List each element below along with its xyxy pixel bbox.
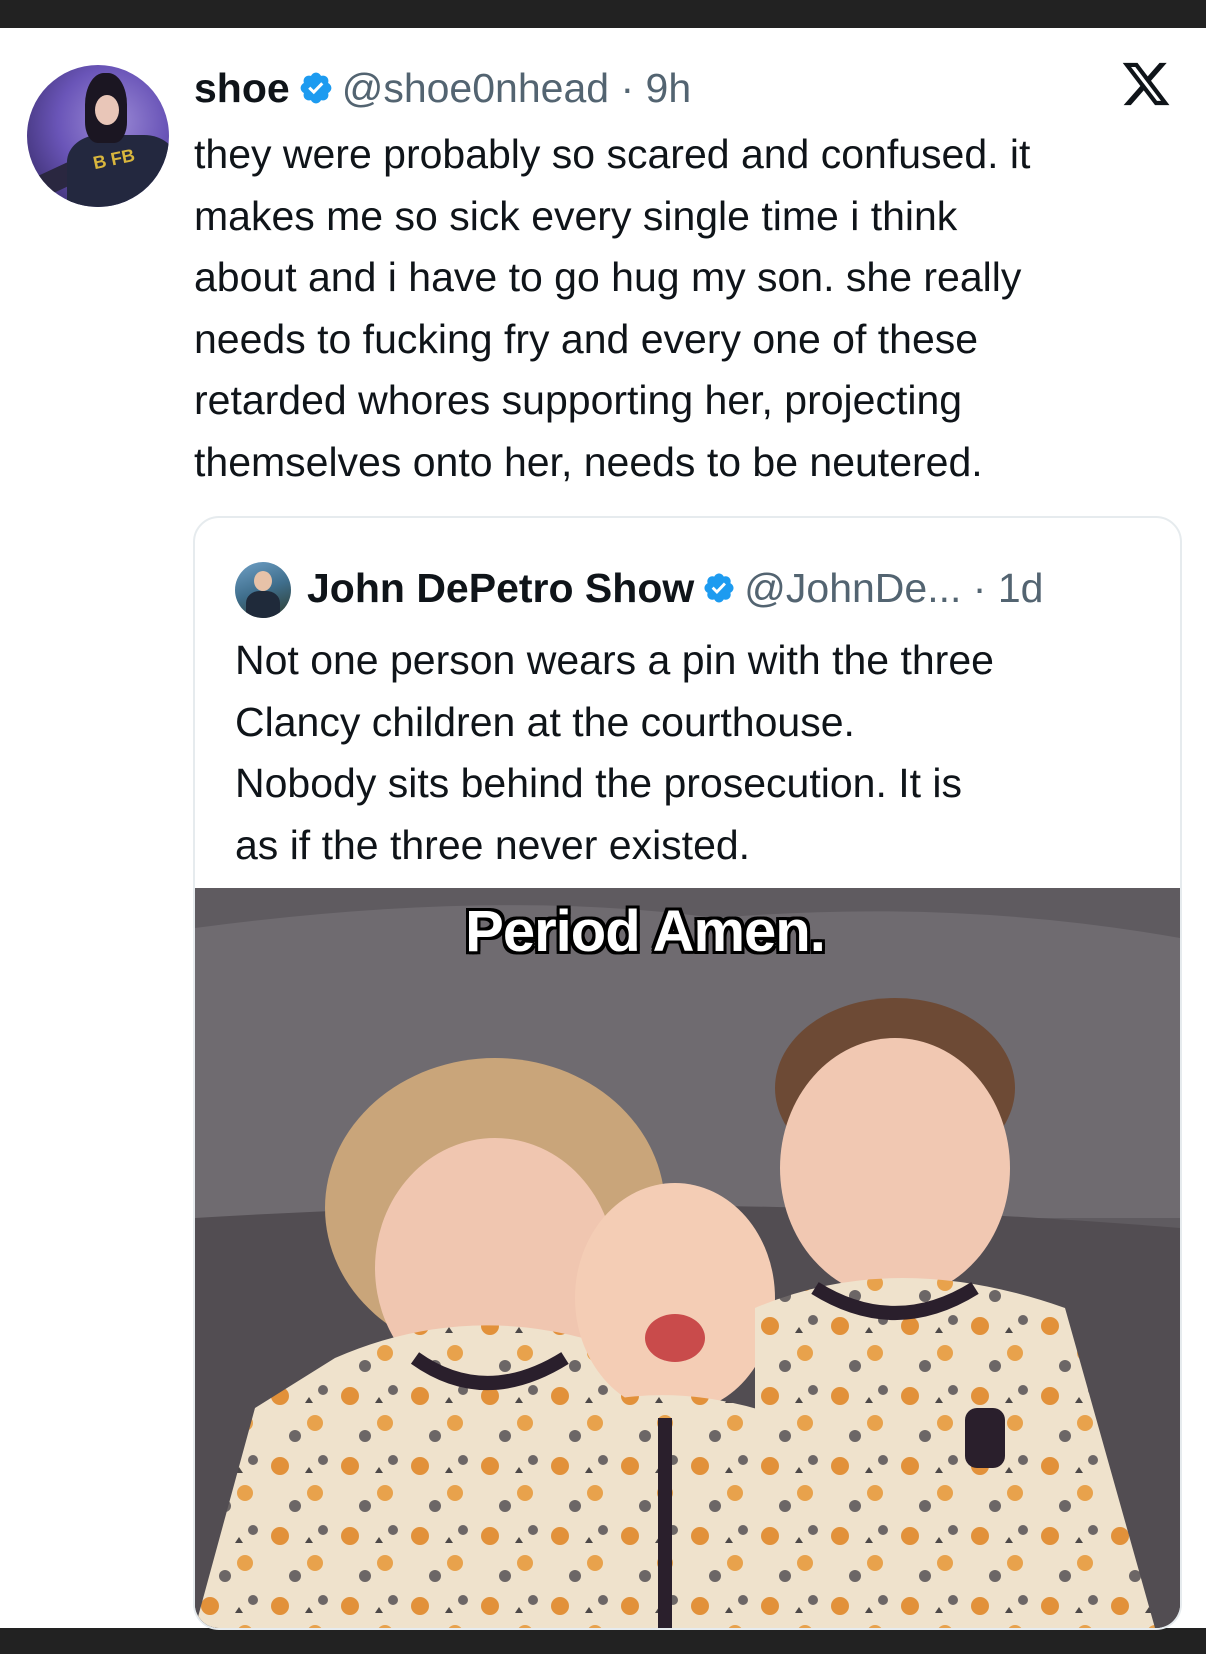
separator: ·: [620, 65, 635, 111]
image-caption: Period Amen.: [465, 899, 826, 964]
author-name[interactable]: shoe: [194, 65, 290, 111]
quoted-tweet-image[interactable]: Period Amen.: [195, 888, 1180, 1628]
quoted-author-handle[interactable]: @JohnDe...: [744, 565, 961, 611]
tweet-card: B FB shoe @shoe0nhead · 9h they were prob…: [0, 28, 1206, 1630]
tweet-header: shoe @shoe0nhead · 9h: [194, 60, 691, 116]
x-logo-icon[interactable]: [1120, 58, 1172, 110]
author-handle[interactable]: @shoe0nhead: [342, 65, 609, 111]
quoted-tweet[interactable]: John DePetro Show @JohnDe... · 1d Not one…: [193, 516, 1182, 1630]
quoted-author-avatar[interactable]: [235, 562, 291, 618]
verified-badge-icon: [704, 573, 734, 603]
quoted-tweet-time[interactable]: 1d: [998, 565, 1044, 611]
author-avatar[interactable]: B FB: [27, 65, 169, 207]
separator: ·: [972, 565, 987, 611]
children-photo: [195, 888, 1180, 1628]
quoted-author-name[interactable]: John DePetro Show: [307, 565, 694, 611]
quoted-header: John DePetro Show @JohnDe... · 1d: [307, 560, 1043, 616]
tweet-time[interactable]: 9h: [646, 65, 692, 111]
tweet-text: they were probably so scared and confuse…: [194, 131, 1031, 485]
quoted-tweet-text: Not one person wears a pin with the thre…: [235, 637, 994, 868]
verified-badge-icon: [300, 72, 332, 104]
